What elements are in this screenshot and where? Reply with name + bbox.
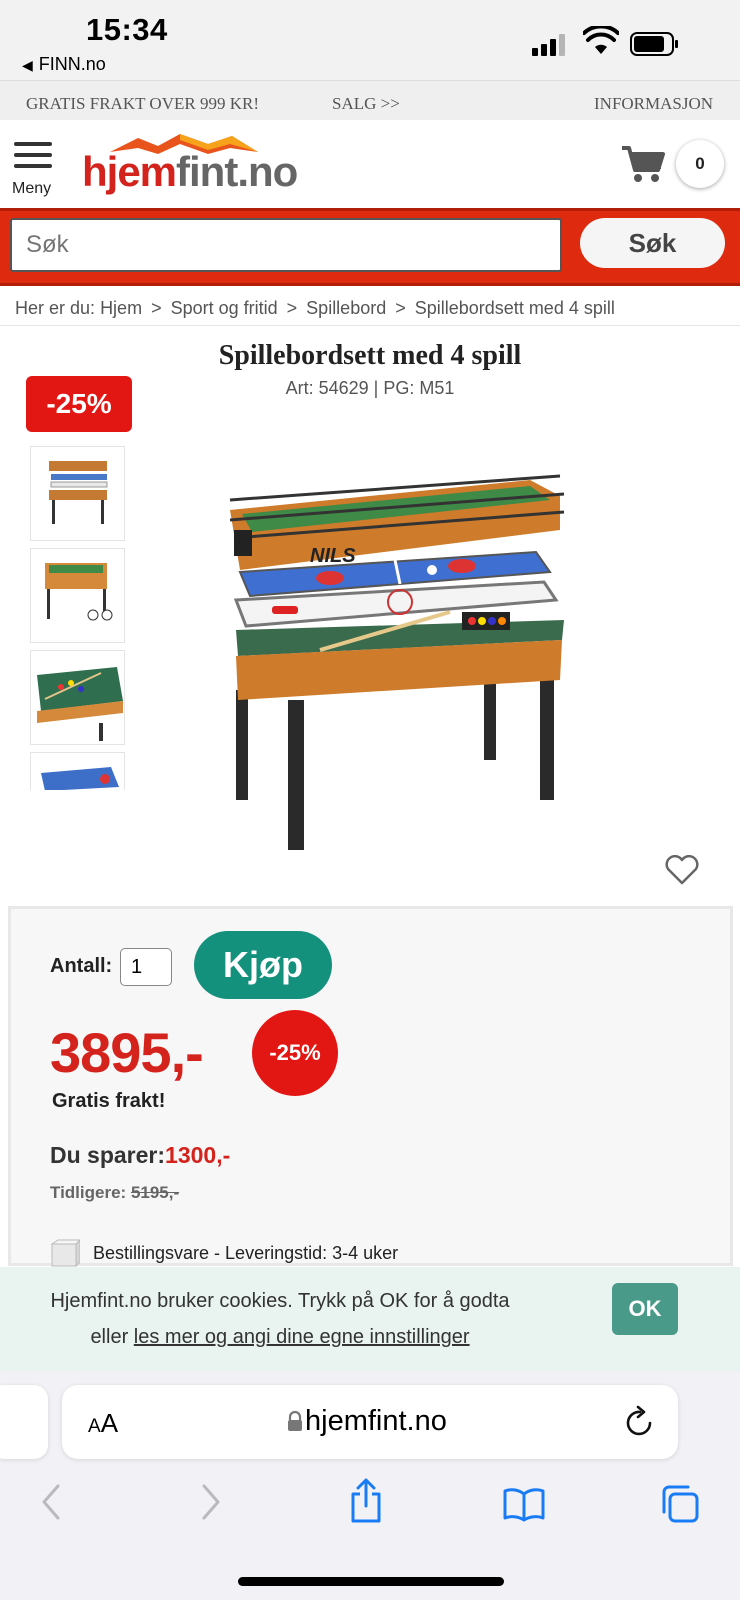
- shopping-cart-icon[interactable]: [620, 144, 666, 184]
- back-triangle-icon: ◀: [22, 57, 33, 73]
- back-to-app-link[interactable]: ◀ FINN.no: [22, 54, 106, 75]
- product-price: 3895,-: [50, 1021, 204, 1084]
- breadcrumb-item-spillebord[interactable]: Spillebord: [306, 298, 386, 318]
- url-display[interactable]: hjemfint.no: [287, 1405, 447, 1438]
- search-button[interactable]: Søk: [580, 218, 725, 268]
- battery-icon: [630, 32, 678, 56]
- quantity-label: Antall:: [50, 955, 113, 977]
- free-shipping-label: Gratis frakt!: [52, 1090, 166, 1112]
- back-app-label: FINN.no: [38, 54, 106, 74]
- promo-bar: GRATIS FRAKT OVER 999 KR! SALG >> INFORM…: [0, 80, 740, 121]
- product-title: Spillebordsett med 4 spill: [218, 340, 522, 371]
- breadcrumb: Her er du: Hjem > Sport og fritid > Spillebo…: [15, 298, 615, 318]
- forward-arrow-icon[interactable]: [198, 1482, 224, 1522]
- divider: [0, 325, 740, 326]
- sale-link[interactable]: SALG >>: [332, 94, 400, 114]
- product-image: NILS: [229, 474, 565, 850]
- bookmarks-icon[interactable]: [502, 1486, 546, 1522]
- cookie-message: Hjemfint.no bruker cookies. Trykk på OK …: [50, 1290, 510, 1312]
- wifi-icon: [583, 26, 619, 54]
- savings-amount: 1300,-: [165, 1142, 231, 1168]
- status-time: 15:34: [86, 12, 168, 47]
- buy-button[interactable]: Kjøp: [194, 931, 332, 999]
- previous-price-text: Tidligere: 5195,-: [50, 1183, 180, 1202]
- free-shipping-notice: GRATIS FRAKT OVER 999 KR!: [26, 94, 259, 113]
- package-icon: [50, 1239, 80, 1268]
- svg-text:NILS: NILS: [310, 545, 356, 567]
- thumbnail-image[interactable]: [30, 446, 125, 541]
- text-size-button[interactable]: AA: [88, 1408, 118, 1439]
- breadcrumb-item-sport[interactable]: Sport og fritid: [171, 298, 278, 318]
- home-indicator: [238, 1577, 504, 1586]
- breadcrumb-item-current[interactable]: Spillebordsett med 4 spill: [415, 298, 615, 318]
- hamburger-menu-icon[interactable]: [14, 142, 52, 175]
- menu-label[interactable]: Meny: [12, 180, 51, 198]
- favorite-heart-icon[interactable]: [665, 855, 699, 885]
- back-arrow-icon[interactable]: [38, 1482, 64, 1522]
- share-icon[interactable]: [348, 1478, 384, 1524]
- cart-count-badge[interactable]: 0: [676, 140, 724, 188]
- breadcrumb-prefix: Her er du:: [15, 298, 96, 318]
- discount-circle-badge: -25%: [252, 1010, 338, 1096]
- search-input[interactable]: [10, 218, 562, 272]
- previous-tab-preview[interactable]: [0, 1385, 48, 1459]
- site-logo[interactable]: hjemfint.no: [82, 148, 298, 196]
- thumbnail-image[interactable]: [30, 752, 125, 790]
- cookie-ok-button[interactable]: OK: [612, 1283, 678, 1335]
- delivery-info: Bestillingsvare - Leveringstid: 3-4 uker: [93, 1243, 399, 1263]
- thumbnail-image[interactable]: [30, 650, 125, 745]
- purchase-panel: [8, 906, 733, 1266]
- quantity-input[interactable]: [120, 948, 172, 986]
- breadcrumb-item-home[interactable]: Hjem: [100, 298, 142, 318]
- savings-text: Du sparer:1300,-: [50, 1142, 231, 1168]
- cookie-message-line2: eller les mer og angi dine egne innstill…: [90, 1326, 470, 1348]
- cellular-signal-icon: [532, 34, 570, 56]
- thumbnail-image[interactable]: [30, 548, 125, 643]
- reload-icon[interactable]: [624, 1405, 656, 1439]
- lock-icon: [288, 1410, 302, 1431]
- info-link[interactable]: INFORMASJON: [594, 94, 713, 114]
- tabs-icon[interactable]: [660, 1484, 700, 1524]
- cookie-settings-link[interactable]: les mer og angi dine egne innstillinger: [134, 1326, 470, 1348]
- discount-badge: -25%: [26, 376, 132, 432]
- previous-price: 5195,-: [130, 1183, 180, 1202]
